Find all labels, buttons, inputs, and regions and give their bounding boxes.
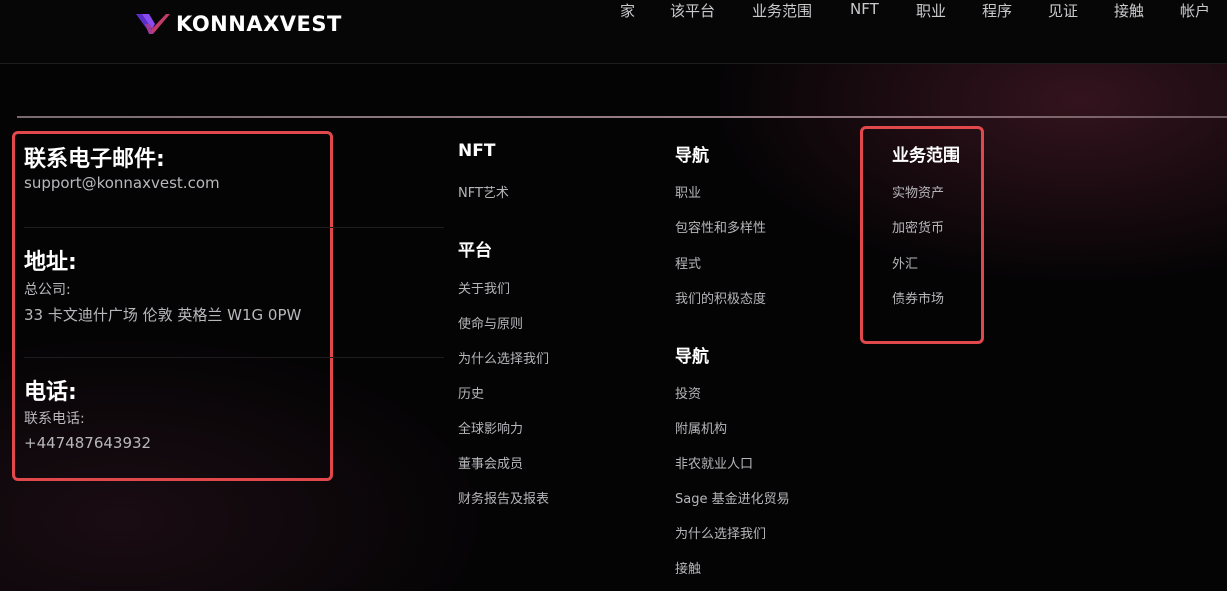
- phone-label: 联系电话:: [24, 411, 85, 427]
- email-link[interactable]: support@konnaxvest.com: [24, 174, 220, 192]
- footer-link-attitude[interactable]: 我们的积极态度: [675, 288, 766, 307]
- footer-link-inclusion[interactable]: 包容性和多样性: [675, 217, 766, 236]
- footer-link-reports[interactable]: 财务报告及报表: [458, 488, 549, 507]
- nav-testimonials[interactable]: 见证: [1048, 0, 1078, 21]
- email-heading: 联系电子邮件:: [24, 147, 165, 172]
- brand-name: KONNAXVEST: [176, 12, 342, 36]
- footer-link-forex[interactable]: 外汇: [892, 253, 918, 272]
- footer-link-why-us[interactable]: 为什么选择我们: [458, 348, 549, 367]
- nav-home[interactable]: 家: [620, 0, 635, 21]
- address-text: 33 卡文迪什广场 伦敦 英格兰 W1G 0PW: [24, 306, 302, 324]
- footer-link-nft-art[interactable]: NFT艺术: [458, 182, 509, 201]
- footer-link-about[interactable]: 关于我们: [458, 278, 510, 297]
- contact-separator: [24, 227, 444, 228]
- footer-link-global[interactable]: 全球影响力: [458, 418, 523, 437]
- footer-link-contact[interactable]: 接触: [675, 558, 701, 577]
- address-heading: 地址:: [24, 250, 77, 275]
- footer-link-sage-fund[interactable]: Sage 基金进化贸易: [675, 488, 790, 507]
- footer-link-mission[interactable]: 使命与原则: [458, 313, 523, 332]
- footer-link-why-us-2[interactable]: 为什么选择我们: [675, 523, 766, 542]
- contact-separator: [24, 357, 444, 358]
- nav-business[interactable]: 业务范围: [752, 0, 812, 21]
- nav-nft[interactable]: NFT: [850, 0, 879, 18]
- platform-heading: 平台: [458, 241, 492, 261]
- footer-link-affiliates[interactable]: 附属机构: [675, 418, 727, 437]
- nav-contact[interactable]: 接触: [1114, 0, 1144, 21]
- brand-logo[interactable]: KONNAXVEST: [136, 10, 342, 38]
- phone-heading: 电话:: [24, 380, 77, 405]
- footer-link-crypto[interactable]: 加密货币: [892, 217, 944, 236]
- nav-careers[interactable]: 职业: [916, 0, 946, 21]
- footer-link-invest[interactable]: 投资: [675, 383, 701, 402]
- business-heading: 业务范围: [892, 146, 960, 166]
- nav2-heading: 导航: [675, 347, 709, 367]
- footer-link-programs[interactable]: 程式: [675, 253, 701, 272]
- nft-heading: NFT: [458, 141, 496, 161]
- footer-link-board[interactable]: 董事会成员: [458, 453, 523, 472]
- address-label: 总公司:: [24, 282, 71, 298]
- nav1-heading: 导航: [675, 146, 709, 166]
- footer-link-real-assets[interactable]: 实物资产: [892, 182, 944, 201]
- logo-mark-icon: [136, 14, 170, 34]
- footer-link-careers[interactable]: 职业: [675, 182, 701, 201]
- site-header: KONNAXVEST 家 该平台 业务范围 NFT 职业 程序 见证 接触 帐户: [0, 0, 1227, 64]
- nav-programs[interactable]: 程序: [982, 0, 1012, 21]
- footer-link-nfp[interactable]: 非农就业人口: [675, 453, 753, 472]
- footer-link-history[interactable]: 历史: [458, 383, 484, 402]
- phone-link[interactable]: +447487643932: [24, 434, 151, 452]
- nav-account[interactable]: 帐户: [1180, 0, 1210, 21]
- footer-link-bonds[interactable]: 债券市场: [892, 288, 944, 307]
- footer-divider: [17, 116, 1227, 118]
- nav-platform[interactable]: 该平台: [670, 0, 715, 21]
